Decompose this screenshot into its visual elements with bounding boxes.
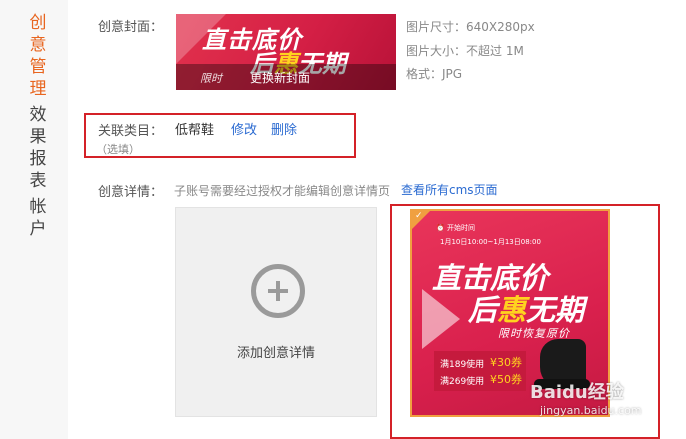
coupon-1-value: ¥30券	[490, 356, 522, 369]
cover-size-info: 图片尺寸：640X280px	[406, 20, 535, 34]
cover-weight-info: 图片大小：不超过 1M	[406, 44, 524, 58]
coupon-2-value: ¥50券	[490, 373, 522, 386]
baidu-jingyan-watermark: Baidu经验	[530, 382, 624, 403]
plus-circle-icon	[251, 264, 305, 318]
category-delete-link[interactable]: 删除	[271, 119, 297, 138]
category-label: 关联类目：	[98, 124, 164, 139]
banner-small-text: 限时	[200, 72, 222, 85]
checkmark-icon: ✓	[415, 211, 423, 221]
cover-format-info: 格式：JPG	[406, 67, 463, 81]
poster-date-range: 1月10日10:00~1月13日08:00	[440, 238, 541, 246]
view-all-cms-link[interactable]: 查看所有cms页面	[401, 181, 498, 198]
add-detail-label: 添加创意详情	[236, 346, 315, 361]
change-cover-button[interactable]: 更换新封面	[250, 69, 310, 86]
add-detail-button[interactable]: 添加创意详情	[175, 207, 377, 417]
poster-start-tag: ⏰ 开始时间	[436, 224, 475, 232]
poster-triangle-shape	[422, 289, 460, 349]
category-value: 低帮鞋	[175, 123, 215, 138]
poster-sub-highlight: 惠	[497, 293, 527, 327]
sidebar-item-creative-management[interactable]: 创意管理	[28, 12, 48, 100]
category-optional-hint: （选填）	[96, 143, 140, 156]
poster-coupons: 满189使用 ¥30券 满269使用 ¥50券	[434, 351, 526, 391]
poster-sub-a: 后	[468, 293, 498, 327]
coupon-1-text: 满189使用	[440, 360, 485, 370]
poster-sub-c: 无期	[526, 293, 585, 327]
sidebar-item-account[interactable]: 帐户	[28, 196, 48, 240]
watermark-url: jingyan.baidu.com	[540, 404, 642, 417]
cover-image: 直击底价 后惠无期 限时 更换新封面	[176, 14, 396, 90]
detail-label: 创意详情：	[98, 185, 164, 200]
cover-label: 创意封面：	[98, 20, 164, 35]
sidebar: 创意管理 效果报表 帐户	[0, 0, 68, 439]
detail-note: 子账号需要经过授权才能编辑创意详情页	[174, 184, 391, 198]
category-edit-link[interactable]: 修改	[231, 119, 257, 138]
coupon-2-text: 满269使用	[440, 377, 485, 387]
poster-subline: 后惠无期	[468, 287, 584, 329]
sidebar-item-reports[interactable]: 效果报表	[28, 104, 48, 192]
